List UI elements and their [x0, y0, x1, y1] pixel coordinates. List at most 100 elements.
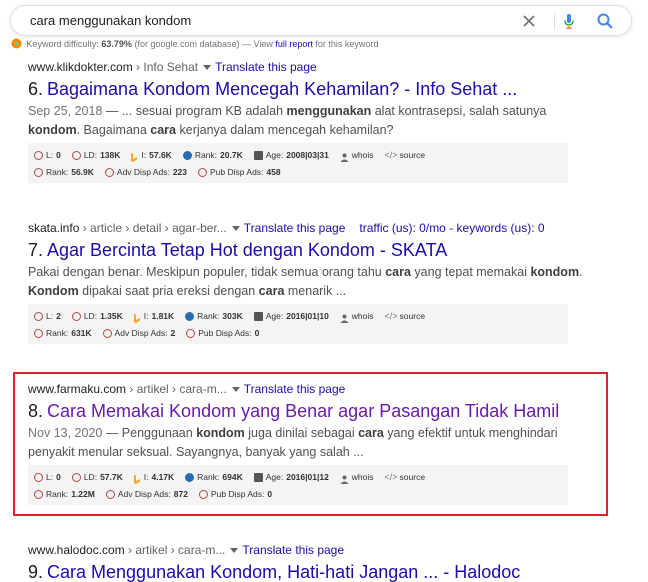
seo-ld-label: LD:	[83, 311, 98, 321]
link-circle-icon	[34, 151, 43, 160]
clear-icon[interactable]	[520, 12, 538, 30]
translate-link[interactable]: Translate this page	[215, 60, 317, 74]
result-title-link[interactable]: Cara Menggunakan Kondom, Hati-hati Janga…	[47, 562, 520, 582]
search-bar[interactable]: cara menggunakan kondom	[10, 5, 632, 36]
seo-ld-value: 1.35K	[100, 311, 123, 321]
full-report-link[interactable]: full report	[275, 39, 313, 49]
seo-rank-label: Rank:	[194, 150, 218, 160]
snippet-keyword: kondom	[530, 265, 580, 279]
keyword-difficulty: Keyword difficulty: 63.79% (for google.c…	[11, 38, 378, 49]
result-cite: www.klikdokter.com › Info Sehat Translate…	[28, 59, 588, 75]
translate-link[interactable]: Translate this page	[242, 543, 344, 557]
result-path: › article › detail › agar-ber...	[79, 221, 227, 235]
translate-link[interactable]: Translate this page	[244, 221, 346, 235]
seo-l-label: L:	[46, 311, 54, 321]
search-result: skata.info › article › detail › agar-ber…	[28, 220, 588, 344]
seo-whois[interactable]: whois	[340, 147, 374, 164]
calendar-icon	[253, 151, 263, 160]
seo-l-label: L:	[46, 150, 54, 160]
snippet-text: yang tepat memakai	[410, 265, 531, 279]
seo-whois[interactable]: whois	[340, 308, 374, 325]
seo-rank-value: 20.7K	[220, 150, 243, 160]
seo-age[interactable]: Age: 2008|03|31	[253, 147, 329, 164]
seo-pub[interactable]: Pub Disp Ads: 0	[186, 325, 259, 342]
seo-pub-value: 0	[254, 328, 260, 338]
result-title[interactable]: 7. Agar Bercinta Tetap Hot dengan Kondom …	[28, 239, 588, 262]
seo-l[interactable]: L: 0	[34, 147, 61, 164]
seo-adv[interactable]: Adv Disp Ads: 2	[102, 325, 176, 342]
seo-ld-value: 138K	[100, 150, 121, 160]
seo-rank-label: Rank:	[197, 311, 220, 321]
seo-rank-value: 303K	[222, 311, 243, 321]
result-date: Sep 25, 2018	[28, 104, 103, 118]
seo-rank2-label: Rank:	[46, 328, 69, 338]
result-title-link[interactable]: Bagaimana Kondom Mencegah Kehamilan? - I…	[47, 79, 517, 99]
seo-rank2[interactable]: Rank: 56.9K	[34, 164, 94, 181]
snippet-keyword: cara	[258, 284, 285, 298]
seo-pub-value: 458	[266, 167, 281, 177]
seo-rank[interactable]: Rank: 303K	[185, 308, 243, 325]
seo-row: L: 0 LD: 138K I: 57.6K Rank: 20.7K Age: 2008|03|3…	[34, 147, 568, 164]
kd-scope: (for google.com database) — View	[134, 39, 273, 49]
snippet-keyword: cara	[385, 265, 411, 279]
result-domain[interactable]: www.klikdokter.com	[28, 60, 133, 74]
result-snippet: Pakai dengan benar. Meskipun populer, ti…	[28, 263, 588, 301]
chevron-down-icon[interactable]	[203, 64, 212, 70]
search-result: www.klikdokter.com › Info Sehat Translate…	[28, 59, 588, 183]
search-icon[interactable]	[596, 12, 614, 30]
seo-l[interactable]: L: 2	[34, 308, 61, 325]
bing-icon	[131, 151, 138, 162]
snippet-keyword: cara	[150, 123, 177, 137]
microphone-icon[interactable]	[560, 12, 578, 30]
seo-adv-label: Adv Disp Ads:	[116, 167, 170, 177]
chevron-down-icon[interactable]	[231, 225, 240, 231]
traffic-info: traffic (us): 0/mo - keywords (us): 0	[359, 221, 545, 235]
result-title[interactable]: 6. Bagaimana Kondom Mencegah Kehamilan? -…	[28, 78, 588, 101]
seo-source[interactable]: </> source	[385, 147, 426, 164]
seo-i[interactable]: I: 1.81K	[133, 308, 174, 325]
search-input[interactable]: cara menggunakan kondom	[30, 13, 191, 28]
kd-suffix: for this keyword	[315, 39, 379, 49]
seo-i[interactable]: I: 57.6K	[131, 147, 172, 164]
seo-ld[interactable]: LD: 1.35K	[71, 308, 123, 325]
result-cite: skata.info › article › detail › agar-ber…	[28, 220, 588, 236]
seo-i-label: I:	[143, 311, 149, 321]
seo-i-label: I:	[141, 150, 147, 160]
highlight-box	[13, 372, 608, 516]
result-title-link[interactable]: Agar Bercinta Tetap Hot dengan Kondom - …	[47, 240, 447, 260]
snippet-text: .	[579, 265, 583, 279]
search-result: www.halodoc.com › artikel › cara-m... Tra…	[28, 542, 588, 582]
snippet-text: . Bagaimana	[76, 123, 151, 137]
result-number: 9.	[28, 562, 44, 582]
link-circle-icon	[71, 312, 81, 321]
seo-ld[interactable]: LD: 138K	[71, 147, 121, 164]
result-number: 6.	[28, 79, 44, 99]
seo-i-value: 57.6K	[149, 150, 172, 160]
seo-bar: L: 0 LD: 138K I: 57.6K Rank: 20.7K Age: 2008|03|3…	[28, 143, 568, 183]
seo-pub-label: Pub Disp Ads:	[210, 167, 264, 177]
seo-age-value: 2016|01|10	[286, 311, 329, 321]
semrush-rank-icon	[185, 312, 195, 321]
seo-adv-value: 223	[172, 167, 188, 177]
snippet-text: menarik ...	[284, 284, 347, 298]
seo-adv-value: 2	[170, 328, 176, 338]
seo-rank[interactable]: Rank: 20.7K	[182, 147, 243, 164]
seo-ld-label: LD:	[83, 150, 98, 160]
result-domain[interactable]: www.halodoc.com	[28, 543, 125, 557]
search-divider	[554, 13, 555, 30]
seo-source-label: source	[399, 150, 426, 160]
seo-rank2[interactable]: Rank: 631K	[34, 325, 92, 342]
seo-source-label: source	[399, 311, 426, 321]
snippet-text: — ... sesuai program KB adalah	[102, 104, 287, 118]
result-title[interactable]: 9. Cara Menggunakan Kondom, Hati-hati Jan…	[28, 561, 588, 582]
seo-source[interactable]: </> source	[385, 308, 426, 325]
seo-age-value: 2008|03|31	[286, 150, 329, 160]
result-domain[interactable]: skata.info	[28, 221, 79, 235]
chevron-down-icon[interactable]	[230, 547, 239, 553]
seo-age[interactable]: Age: 2016|01|10	[253, 308, 329, 325]
result-path: › Info Sehat	[132, 60, 199, 74]
ads-circle-icon	[104, 168, 114, 177]
seo-row: L: 2 LD: 1.35K I: 1.81K Rank: 303K Age: 2016|01|1…	[34, 308, 568, 325]
seo-pub[interactable]: Pub Disp Ads: 458	[198, 164, 281, 181]
seo-adv[interactable]: Adv Disp Ads: 223	[104, 164, 188, 181]
